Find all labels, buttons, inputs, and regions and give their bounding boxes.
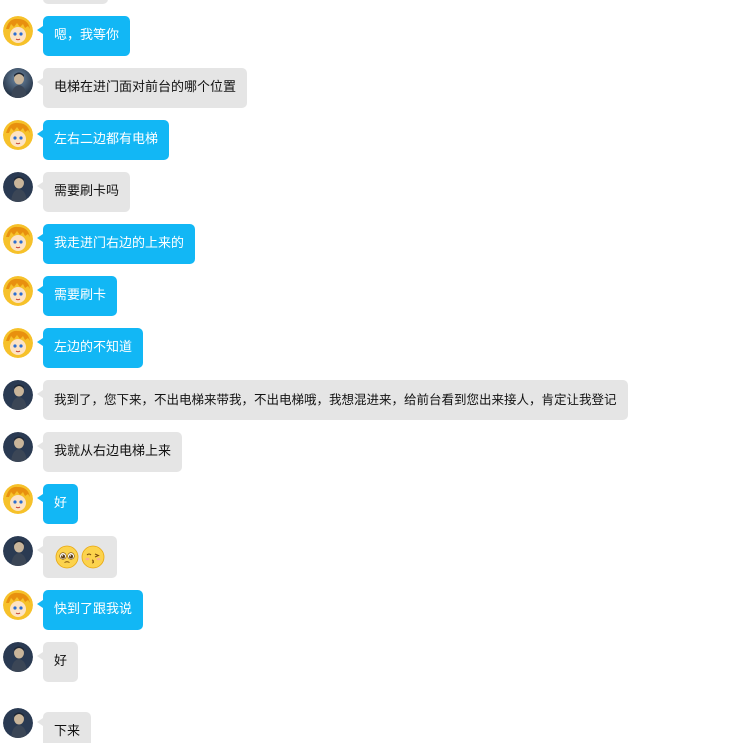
avatar-blonde-anime[interactable] bbox=[3, 590, 33, 620]
avatar-blonde-anime[interactable] bbox=[3, 16, 33, 46]
avatar-blonde-anime[interactable] bbox=[3, 120, 33, 150]
chat-window: 嗯，我等你 电梯在进门面对前台的哪个位置 左右二边都有电梯 需要刷卡吗 我走进门… bbox=[0, 0, 737, 743]
previous-message-bubble bbox=[43, 0, 108, 4]
kissing-face-emoji bbox=[81, 545, 105, 569]
emoji-message-bubble[interactable] bbox=[43, 536, 117, 578]
avatar-dark-figure[interactable] bbox=[3, 642, 33, 672]
avatar-blonde-anime[interactable] bbox=[3, 328, 33, 358]
message-bubble[interactable]: 需要刷卡吗 bbox=[43, 172, 131, 212]
message-bubble[interactable]: 嗯，我等你 bbox=[43, 16, 131, 56]
avatar-dark-figure[interactable] bbox=[3, 536, 33, 566]
message-bubble[interactable]: 我就从右边电梯上来 bbox=[43, 432, 183, 472]
avatar-dark-figure[interactable] bbox=[3, 68, 33, 98]
avatar-dark-figure[interactable] bbox=[3, 432, 33, 462]
avatar-blonde-anime[interactable] bbox=[3, 276, 33, 306]
avatar-dark-figure[interactable] bbox=[3, 708, 33, 738]
message-bubble[interactable]: 左右二边都有电梯 bbox=[43, 120, 170, 160]
pleading-face-emoji bbox=[55, 545, 79, 569]
avatar-blonde-anime[interactable] bbox=[3, 224, 33, 254]
message-bubble[interactable]: 好 bbox=[43, 484, 79, 524]
message-bubble[interactable]: 快到了跟我说 bbox=[43, 590, 144, 630]
avatar-dark-figure[interactable] bbox=[3, 172, 33, 202]
message-bubble[interactable]: 我到了，您下来，不出电梯来带我，不出电梯哦，我想混进来，给前台看到您出来接人，肯… bbox=[43, 380, 628, 420]
message-bubble[interactable]: 需要刷卡 bbox=[43, 276, 118, 316]
message-bubble[interactable]: 电梯在进门面对前台的哪个位置 bbox=[43, 68, 248, 108]
message-bubble[interactable]: 我走进门右边的上来的 bbox=[43, 224, 196, 264]
avatar-blonde-anime[interactable] bbox=[3, 484, 33, 514]
message-bubble[interactable]: 好 bbox=[43, 642, 79, 682]
message-bubble[interactable]: 下来 bbox=[43, 712, 92, 743]
avatar-dark-figure[interactable] bbox=[3, 380, 33, 410]
message-bubble[interactable]: 左边的不知道 bbox=[43, 328, 144, 368]
